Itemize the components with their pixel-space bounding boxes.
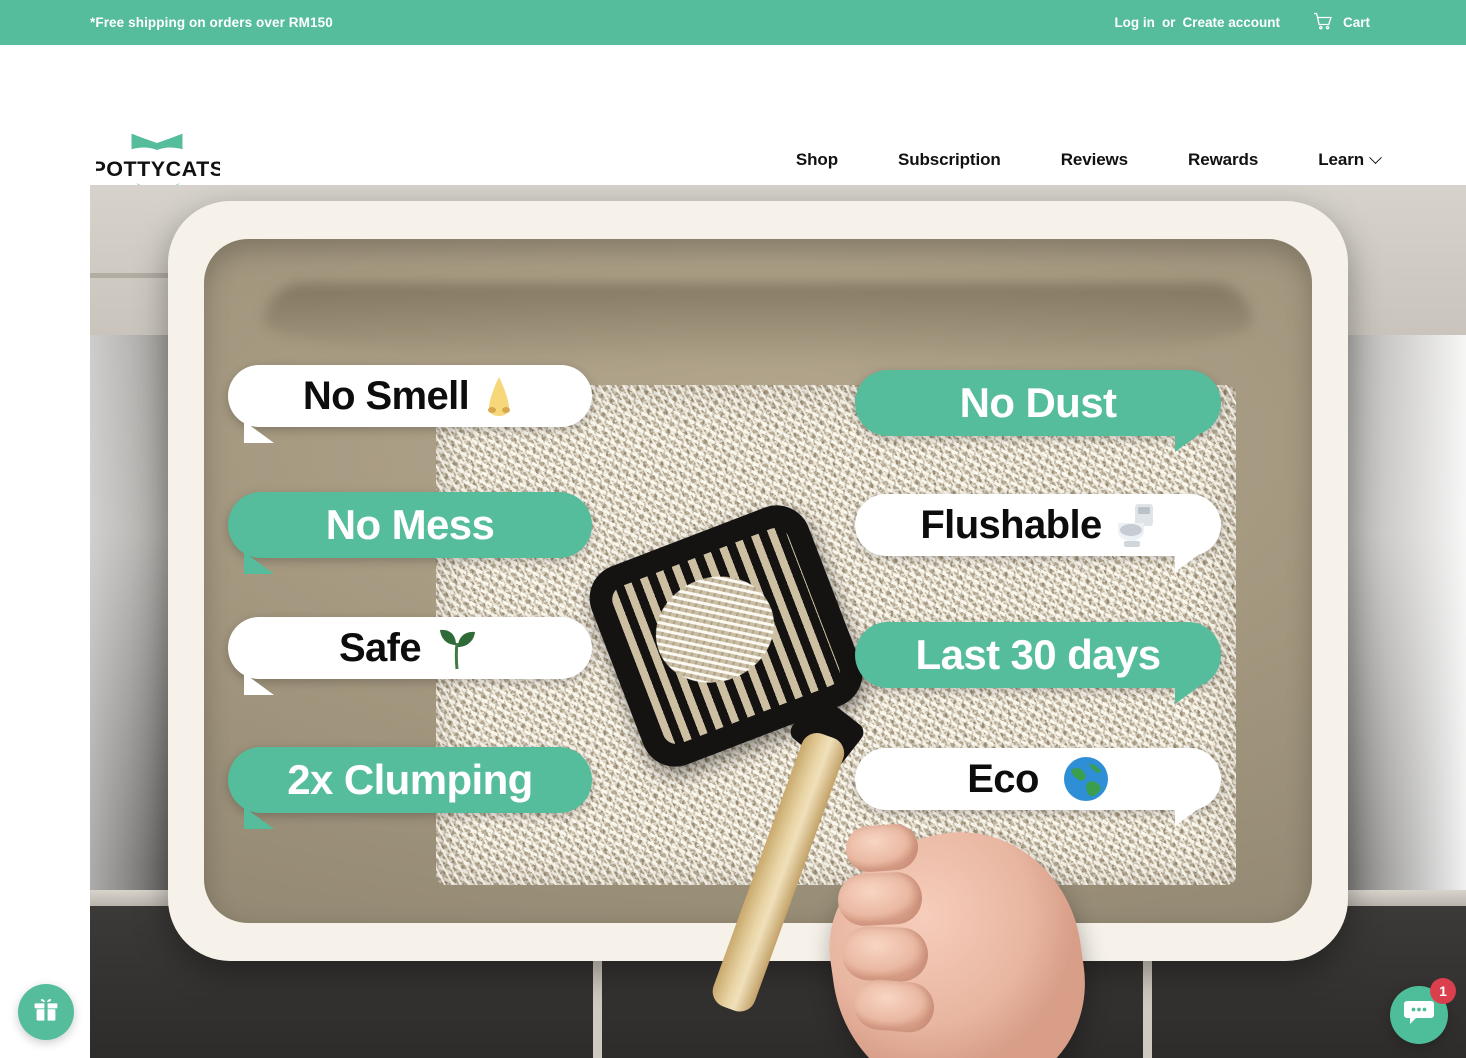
hero-badge-eco: Eco (855, 748, 1221, 826)
nav-label-reviews: Reviews (1060, 150, 1129, 169)
site-header: POTTYCATS Shop Subscription Reviews Rewa… (0, 45, 1466, 192)
hero-badge-label: 2x Clumping (287, 756, 533, 803)
hero-badge-last-30-days: Last 30 days (855, 622, 1221, 704)
hero-badge-label: Last 30 days (915, 631, 1162, 678)
rewards-launcher-button[interactable] (18, 984, 74, 1040)
nav-item-learn[interactable]: Learn (1288, 150, 1382, 170)
hero-banner[interactable]: No Smell No Mess Safe 2x Clumping No Dus… (90, 185, 1466, 1058)
shopping-cart-icon (1313, 12, 1334, 33)
svg-text:POTTYCATS: POTTYCATS (96, 157, 220, 181)
hero-badge-no-dust: No Dust (855, 370, 1221, 452)
nav-label-subscription: Subscription (897, 150, 1001, 169)
toilet-emoji (1114, 501, 1156, 549)
login-link[interactable]: Log in (1114, 15, 1155, 30)
hero-badge-no-mess: No Mess (228, 492, 592, 574)
chat-unread-badge: 1 (1430, 978, 1456, 1004)
hero-badge-2x-clumping: 2x Clumping (228, 747, 592, 829)
finger-middle (836, 870, 924, 928)
gift-icon (32, 996, 60, 1029)
cart-label: Cart (1342, 15, 1370, 30)
hero-badge-label: Flushable (920, 502, 1102, 547)
account-links: Log in or Create account Cart (1114, 12, 1370, 33)
hero-badge-no-smell: No Smell (228, 365, 592, 443)
nav-item-shop[interactable]: Shop (766, 150, 868, 170)
chevron-down-icon (1369, 150, 1382, 164)
hero-badge-label: No Dust (959, 379, 1117, 426)
nav-item-reviews[interactable]: Reviews (1031, 150, 1158, 170)
nav-label-rewards: Rewards (1188, 150, 1259, 169)
hero-badge-flushable: Flushable (855, 494, 1221, 572)
hero-badge-label: No Smell (302, 373, 470, 418)
finger-index (844, 822, 920, 874)
nav-label-learn: Learn (1318, 150, 1364, 169)
announcement-bar: *Free shipping on orders over RM150 Log … (0, 0, 1466, 45)
hero-badge-label: No Mess (325, 501, 495, 548)
primary-navigation: Shop Subscription Reviews Rewards Learn (766, 150, 1382, 170)
litter-scoop (579, 495, 940, 1017)
hero-badge-label: Eco (967, 756, 1039, 801)
nav-item-subscription[interactable]: Subscription (868, 150, 1031, 170)
chat-bubble-icon (1403, 998, 1435, 1033)
hero-badge-safe: Safe (228, 617, 592, 695)
create-account-link[interactable]: Create account (1182, 15, 1280, 30)
nose-emoji (481, 375, 517, 417)
login-separator: or (1161, 15, 1176, 30)
seedling-emoji (433, 625, 481, 671)
announcement-text: *Free shipping on orders over RM150 (90, 15, 333, 30)
finger-ring (841, 925, 929, 983)
hero-badge-label: Safe (338, 625, 422, 670)
litter-box-shadow (264, 283, 1252, 363)
earth-globe-emoji (1063, 756, 1109, 802)
cart-link[interactable]: Cart (1313, 12, 1370, 33)
nav-item-rewards[interactable]: Rewards (1158, 150, 1288, 170)
nav-label-shop: Shop (795, 150, 838, 169)
